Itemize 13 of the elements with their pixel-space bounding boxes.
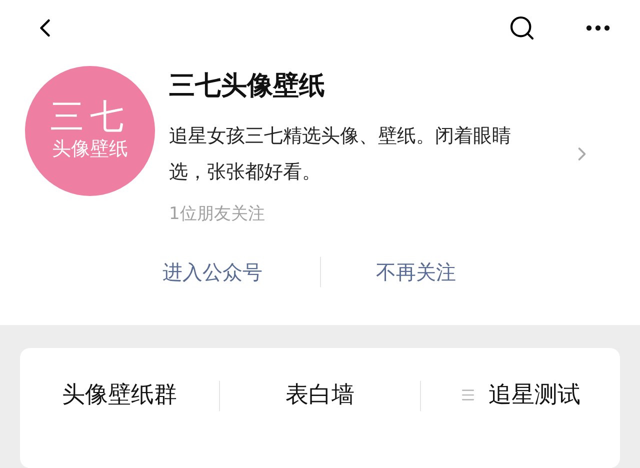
more-icon	[586, 25, 610, 32]
action-link[interactable]: 进入公众号	[145, 256, 280, 287]
follower-count: 1位朋友关注	[169, 203, 266, 226]
menu-item[interactable]: 追星测试	[420, 378, 620, 412]
logo-title: 三七	[50, 100, 130, 134]
account-name: 三七头像壁纸	[169, 70, 326, 104]
menu-icon	[460, 387, 476, 404]
menu-item[interactable]: 头像壁纸群	[20, 378, 220, 412]
action-link[interactable]: 不再关注	[351, 256, 481, 287]
menu-item[interactable]: 表白墙	[220, 378, 420, 412]
search-icon	[508, 14, 536, 42]
logo-subtitle: 头像壁纸	[52, 138, 128, 162]
account-description: 追星女孩三七精选头像、壁纸。闭着眼睛选，张张都好看。	[169, 124, 512, 186]
